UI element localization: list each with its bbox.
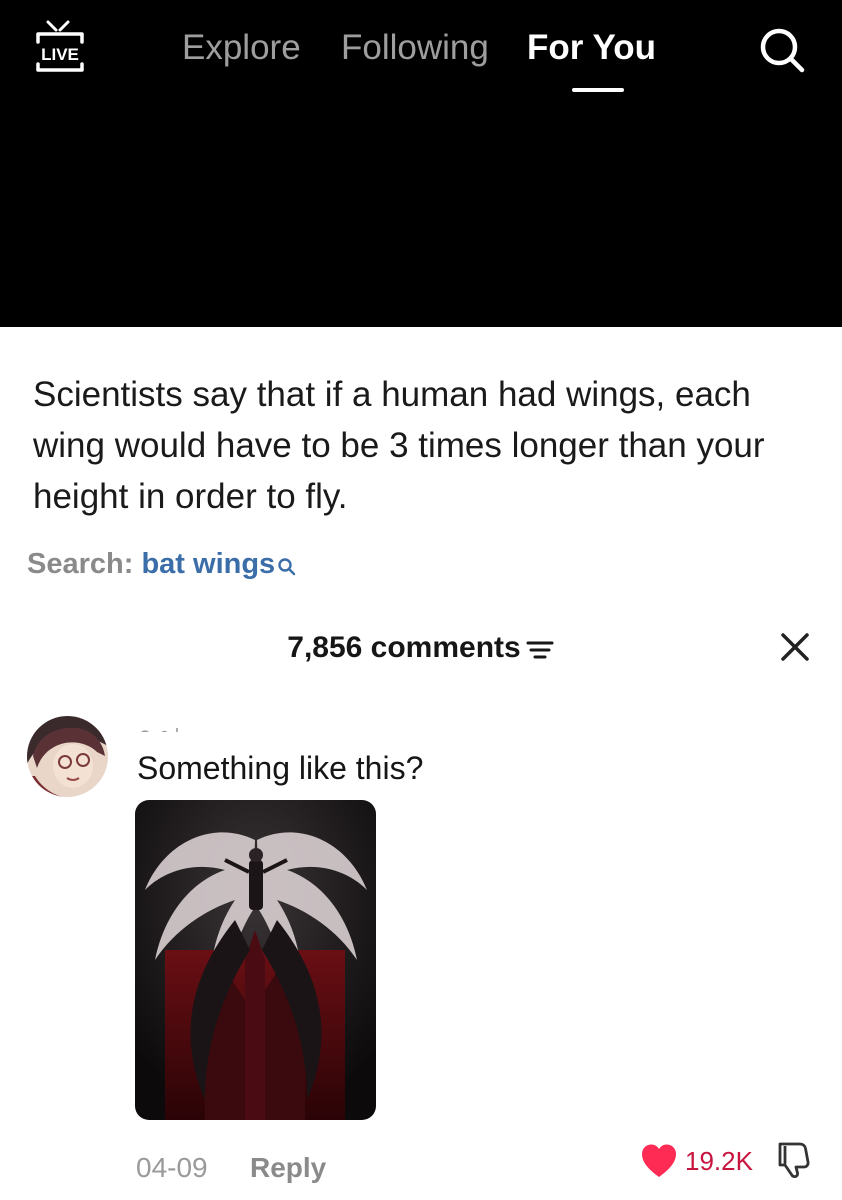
comments-count: 7,856 comments bbox=[287, 631, 521, 664]
comments-header: 7,856 comments bbox=[0, 628, 842, 668]
like-count: 19.2K bbox=[685, 1146, 753, 1176]
post-caption: Scientists say that if a human had wings… bbox=[33, 375, 765, 516]
tab-explore[interactable]: Explore bbox=[182, 26, 301, 70]
live-label: LIVE bbox=[41, 45, 79, 64]
heart-icon[interactable] bbox=[640, 1143, 678, 1179]
comment-image[interactable] bbox=[135, 800, 376, 1120]
comment-date: 04-09 bbox=[136, 1152, 208, 1183]
username-partial-glyphs bbox=[140, 728, 178, 732]
tab-for-you[interactable]: For You bbox=[527, 26, 656, 70]
search-suggestion-term[interactable]: bat wings bbox=[141, 548, 275, 580]
live-icon[interactable]: LIVE bbox=[30, 18, 90, 74]
commenter-username[interactable] bbox=[137, 722, 247, 732]
search-suggestion[interactable]: Search: bat wings bbox=[27, 545, 297, 583]
video-player[interactable]: LIVE Explore Following For You bbox=[0, 0, 842, 327]
commenter-avatar[interactable] bbox=[27, 716, 108, 797]
sort-icon[interactable] bbox=[525, 634, 555, 660]
close-icon[interactable] bbox=[778, 630, 812, 664]
tab-following[interactable]: Following bbox=[341, 26, 489, 70]
search-icon[interactable] bbox=[756, 24, 808, 76]
search-suggestion-label: Search: bbox=[27, 548, 134, 580]
active-tab-indicator bbox=[572, 88, 624, 92]
reply-button[interactable]: Reply bbox=[250, 1150, 326, 1186]
comment-text: Something like this? bbox=[137, 750, 424, 786]
search-mini-icon bbox=[277, 549, 297, 576]
dislike-icon[interactable] bbox=[774, 1140, 814, 1180]
